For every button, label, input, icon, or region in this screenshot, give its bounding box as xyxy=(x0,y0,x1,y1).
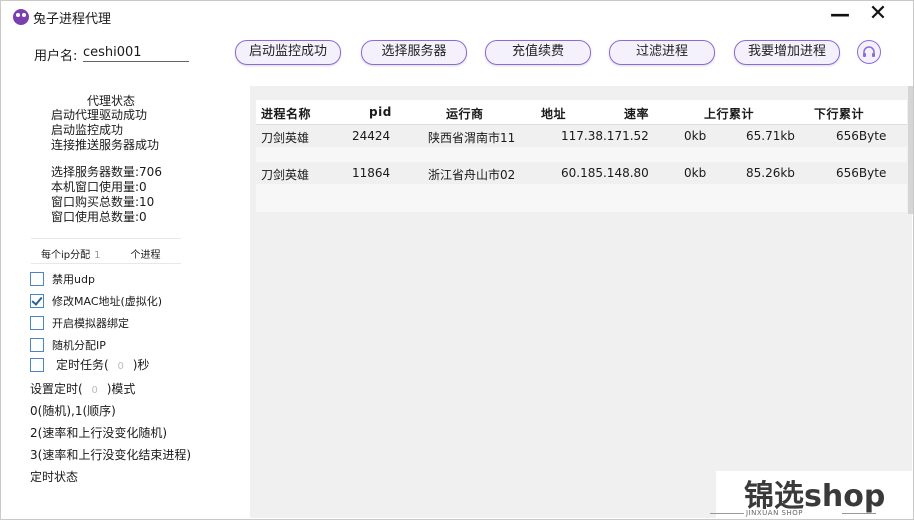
timer-status: 定时状态 xyxy=(30,470,79,484)
support-headset-icon[interactable] xyxy=(857,40,881,64)
per-ip-setting: 每个ip分配 1 个进程 xyxy=(41,246,161,261)
stat-line: 本机窗口使用量:0 xyxy=(51,180,147,194)
add-process-button[interactable]: 我要增加进程 xyxy=(734,40,840,65)
timer-label: 定时任务(0)秒 xyxy=(56,356,149,373)
per-ip-input[interactable]: 1 xyxy=(94,250,100,261)
table-row[interactable]: 刀剑英雄 24424 陕西省渭南市11 117.38.171.52 0kb 65… xyxy=(256,125,907,147)
rabbit-logo-icon xyxy=(13,9,29,25)
column-header[interactable]: 进程名称 xyxy=(261,105,311,122)
mode-help-line: 2(速率和上行没变化随机) xyxy=(30,426,167,440)
vertical-scrollbar[interactable] xyxy=(908,86,913,214)
checkbox[interactable] xyxy=(30,338,44,352)
cell-pid: 24424 xyxy=(352,129,391,143)
status-line: 启动监控成功 xyxy=(51,123,124,137)
watermark-rule xyxy=(842,513,876,514)
cell-address: 117.38.171.52 xyxy=(561,129,649,143)
cell-download: 656Byte xyxy=(836,129,887,143)
column-header[interactable]: 下行累计 xyxy=(814,105,864,122)
timer-label-text: 定时任务( xyxy=(56,358,109,372)
proxy-status-title: 代理状态 xyxy=(87,94,136,108)
cell-rate: 0kb xyxy=(684,129,707,143)
column-header[interactable]: 上行累计 xyxy=(704,105,754,122)
column-header[interactable]: 运行商 xyxy=(446,105,484,122)
stat-line: 选择服务器数量:706 xyxy=(51,165,162,179)
stat-line: 窗口使用总数量:0 xyxy=(51,210,147,224)
username-field[interactable]: ceshi001 xyxy=(83,45,189,62)
table-row[interactable]: 刀剑英雄 11864 浙江省舟山市02 60.185.148.80 0kb 85… xyxy=(256,162,907,184)
select-server-button[interactable]: 选择服务器 xyxy=(361,40,467,65)
status-line: 启动代理驱动成功 xyxy=(51,108,148,122)
mode-suffix: )模式 xyxy=(106,382,136,396)
cell-download: 656Byte xyxy=(836,166,887,180)
checkbox[interactable] xyxy=(30,272,44,286)
timer-input[interactable]: 0 xyxy=(109,361,133,372)
filter-process-button[interactable]: 过滤进程 xyxy=(609,40,715,65)
column-header[interactable]: 地址 xyxy=(541,105,566,122)
username-label: 用户名: xyxy=(34,49,78,64)
start-monitor-button[interactable]: 启动监控成功 xyxy=(235,40,341,65)
mode-help-line: 3(速率和上行没变化结束进程) xyxy=(30,448,191,462)
divider xyxy=(31,263,181,264)
cell-rate: 0kb xyxy=(684,166,707,180)
cell-carrier: 浙江省舟山市02 xyxy=(428,168,516,182)
process-table: 进程名称 pid 运行商 地址 速率 上行累计 下行累计 刀剑英雄 24424 … xyxy=(256,100,907,212)
cell-pid: 11864 xyxy=(352,166,391,180)
cell-address: 60.185.148.80 xyxy=(561,166,649,180)
recharge-button[interactable]: 充值续费 xyxy=(485,40,591,65)
cell-process: 刀剑英雄 xyxy=(261,131,310,145)
status-line: 连接推送服务器成功 xyxy=(51,138,160,152)
column-header[interactable]: pid xyxy=(369,105,392,119)
watermark-subtext: JINXUAN SHOP xyxy=(746,509,803,517)
option-label: 随机分配IP xyxy=(52,339,106,352)
watermark-rule xyxy=(710,513,744,514)
cell-carrier: 陕西省渭南市11 xyxy=(428,131,516,145)
option-label: 禁用udp xyxy=(52,273,95,286)
divider xyxy=(31,238,181,239)
checkbox[interactable] xyxy=(30,358,44,372)
window-title: 兔子进程代理 xyxy=(33,12,112,27)
sidebar: 代理状态 启动代理驱动成功 启动监控成功 连接推送服务器成功 选择服务器数量:7… xyxy=(1,86,249,516)
column-header[interactable]: 速率 xyxy=(624,105,649,122)
per-ip-suffix: 个进程 xyxy=(130,250,161,261)
option-label: 修改MAC地址(虚拟化) xyxy=(52,295,163,308)
table-header: 进程名称 pid 运行商 地址 速率 上行累计 下行累计 xyxy=(256,100,907,125)
per-ip-label: 每个ip分配 xyxy=(41,250,91,261)
timer-suffix: )秒 xyxy=(132,358,150,372)
mode-input[interactable]: 0 xyxy=(83,385,107,396)
stat-line: 窗口购买总数量:10 xyxy=(51,195,155,209)
mode-label: 设置定时( xyxy=(30,382,83,396)
cell-upload: 65.71kb xyxy=(746,129,795,143)
cell-upload: 85.26kb xyxy=(746,166,795,180)
watermark: 锦选shop JINXUAN SHOP xyxy=(710,471,913,519)
cell-process: 刀剑英雄 xyxy=(261,168,310,182)
mode-help-line: 0(随机),1(顺序) xyxy=(30,404,116,418)
close-button[interactable]: ✕ xyxy=(863,3,893,27)
minimize-button[interactable]: — xyxy=(825,3,855,27)
checkbox[interactable] xyxy=(30,316,44,330)
checkbox-checked[interactable] xyxy=(30,294,44,308)
option-label: 开启模拟器绑定 xyxy=(52,317,129,330)
app-window: 兔子进程代理 — ✕ 用户名: ceshi001 启动监控成功 选择服务器 充值… xyxy=(0,0,914,520)
title-bar: 兔子进程代理 — ✕ xyxy=(1,1,913,31)
mode-setting: 设置定时(0)模式 xyxy=(30,380,135,397)
